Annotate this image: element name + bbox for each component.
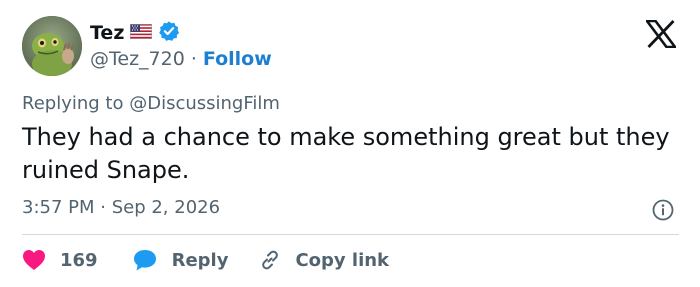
link-icon <box>258 248 282 272</box>
gecko-avatar-icon <box>22 16 82 76</box>
reply-button[interactable]: Reply <box>132 248 229 272</box>
x-logo-icon[interactable] <box>644 19 678 49</box>
user-handle[interactable]: @Tez_720 <box>90 48 185 70</box>
tweet-card: Tez @Tez_720 · Follow Replying to @Discu… <box>0 0 700 287</box>
heart-icon <box>22 249 46 271</box>
action-bar: 169 Reply Copy link <box>22 246 389 274</box>
separator-dot: · <box>190 48 197 70</box>
name-row: Tez <box>90 20 180 46</box>
tweet-timestamp[interactable]: 3:57 PM · Sep 2, 2026 <box>22 197 220 218</box>
follow-button[interactable]: Follow <box>203 48 272 70</box>
speech-bubble-icon <box>132 248 158 272</box>
verified-badge-icon <box>158 20 180 46</box>
copy-link-button[interactable]: Copy link <box>258 248 389 272</box>
us-flag-icon <box>130 23 153 43</box>
replying-to-line: Replying to @DiscussingFilm <box>22 93 280 114</box>
like-button[interactable]: 169 <box>22 249 98 271</box>
copy-link-label: Copy link <box>295 249 390 271</box>
handle-row: @Tez_720 · Follow <box>90 47 272 71</box>
replying-to-handle[interactable]: @DiscussingFilm <box>129 93 280 114</box>
avatar[interactable] <box>22 16 82 76</box>
info-icon[interactable] <box>651 198 675 222</box>
tweet-text: They had a chance to make something grea… <box>22 123 670 184</box>
display-name[interactable]: Tez <box>90 22 124 44</box>
reply-label: Reply <box>171 249 229 271</box>
divider <box>22 234 679 235</box>
replying-prefix: Replying to <box>22 93 124 114</box>
like-count: 169 <box>60 249 98 271</box>
